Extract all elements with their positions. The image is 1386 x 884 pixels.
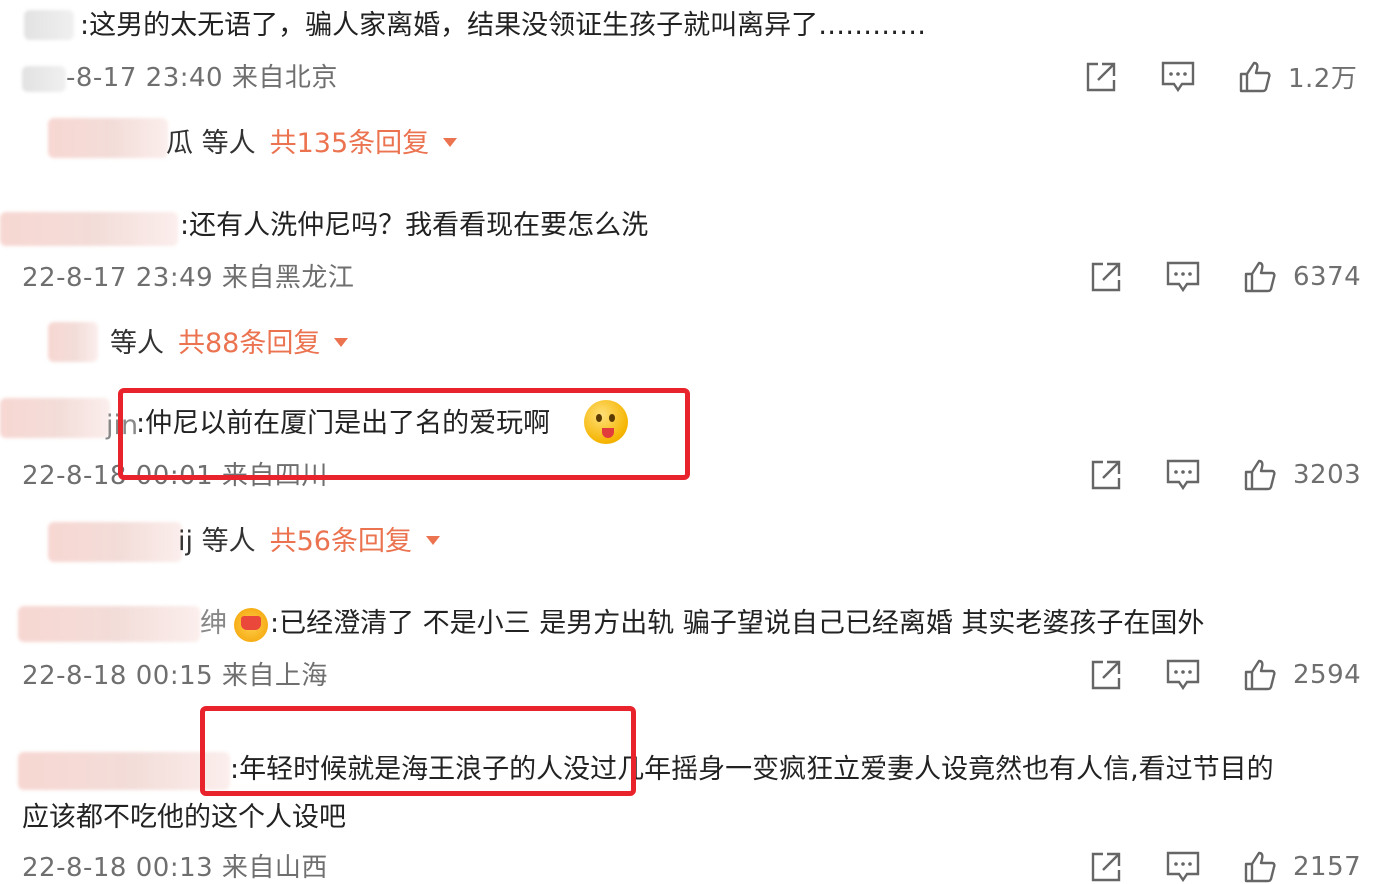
reply-count-link[interactable]: 共88条回复 (178, 328, 320, 359)
highlight-box (200, 706, 636, 796)
share-icon[interactable] (1089, 458, 1123, 492)
comment-text-line2: 应该都不吃他的这个人设吧 (22, 802, 346, 833)
share-icon[interactable] (1089, 850, 1123, 884)
avatar-name-blur (0, 398, 110, 438)
like-count: 1.2万 (1288, 64, 1358, 94)
like-icon[interactable] (1243, 458, 1277, 492)
like-count: 2594 (1293, 660, 1362, 690)
comment-actions: 6374 (1089, 260, 1361, 294)
like-count: 6374 (1293, 262, 1362, 292)
like-icon[interactable] (1238, 60, 1272, 94)
comment-icon[interactable] (1165, 658, 1201, 692)
chevron-down-icon[interactable] (334, 338, 349, 347)
comment-meta: -8-17 23:40 来自北京 (66, 63, 338, 93)
reply-count-link[interactable]: 共135条回复 (270, 128, 430, 159)
reply-users: ij 等人 (178, 526, 256, 557)
chevron-down-icon[interactable] (425, 536, 440, 545)
avatar-blur (24, 10, 74, 40)
comment-text: :这男的太无语了，骗人家离婚，结果没领证生孩子就叫离异了………… (80, 10, 927, 41)
reply-avatars-blur (48, 118, 168, 158)
like-icon[interactable] (1243, 850, 1277, 884)
reply-users: 等人 (110, 328, 164, 359)
comment-actions: 2594 (1089, 658, 1361, 692)
comment-actions: 1.2万 (1084, 58, 1357, 95)
comment-icon[interactable] (1165, 458, 1201, 492)
like-icon[interactable] (1243, 260, 1277, 294)
comment-author-fragment: 绅 (200, 608, 227, 639)
crown-badge-icon (234, 608, 268, 642)
chevron-down-icon[interactable] (443, 138, 458, 147)
avatar-name-blur (0, 212, 178, 246)
comment-meta: 22-8-18 00:15 来自上海 (22, 661, 328, 691)
avatar-name-blur (18, 752, 230, 790)
reply-avatars-blur (48, 522, 182, 562)
comment-icon[interactable] (1160, 60, 1196, 94)
comment-meta: 22-8-17 23:49 来自黑龙江 (22, 263, 355, 293)
like-icon[interactable] (1243, 658, 1277, 692)
reply-summary[interactable]: 瓜 等人 共135条回复 (166, 126, 458, 162)
like-count: 2157 (1293, 852, 1362, 882)
highlight-box (118, 388, 690, 480)
like-count: 3203 (1293, 460, 1362, 490)
share-icon[interactable] (1089, 658, 1123, 692)
share-icon[interactable] (1089, 260, 1123, 294)
comment-text: :还有人洗仲尼吗？我看看现在要怎么洗 (180, 210, 649, 241)
comment-icon[interactable] (1165, 850, 1201, 884)
comment-actions: 2157 (1089, 850, 1361, 884)
reply-avatars-blur (48, 322, 98, 362)
reply-users: 瓜 等人 (166, 128, 256, 159)
meta-blur (22, 66, 66, 92)
comment-text: :已经澄清了 不是小三 是男方出轨 骗子望说自己已经离婚 其实老婆孩子在国外 (270, 608, 1205, 639)
reply-summary[interactable]: 等人 共88条回复 (110, 326, 349, 362)
reply-summary[interactable]: ij 等人 共56条回复 (178, 524, 440, 560)
reply-count-link[interactable]: 共56条回复 (270, 526, 412, 557)
avatar-name-blur (18, 606, 200, 642)
share-icon[interactable] (1084, 60, 1118, 94)
comment-actions: 3203 (1089, 458, 1361, 492)
comment-meta: 22-8-18 00:13 来自山西 (22, 853, 328, 883)
comment-icon[interactable] (1165, 260, 1201, 294)
